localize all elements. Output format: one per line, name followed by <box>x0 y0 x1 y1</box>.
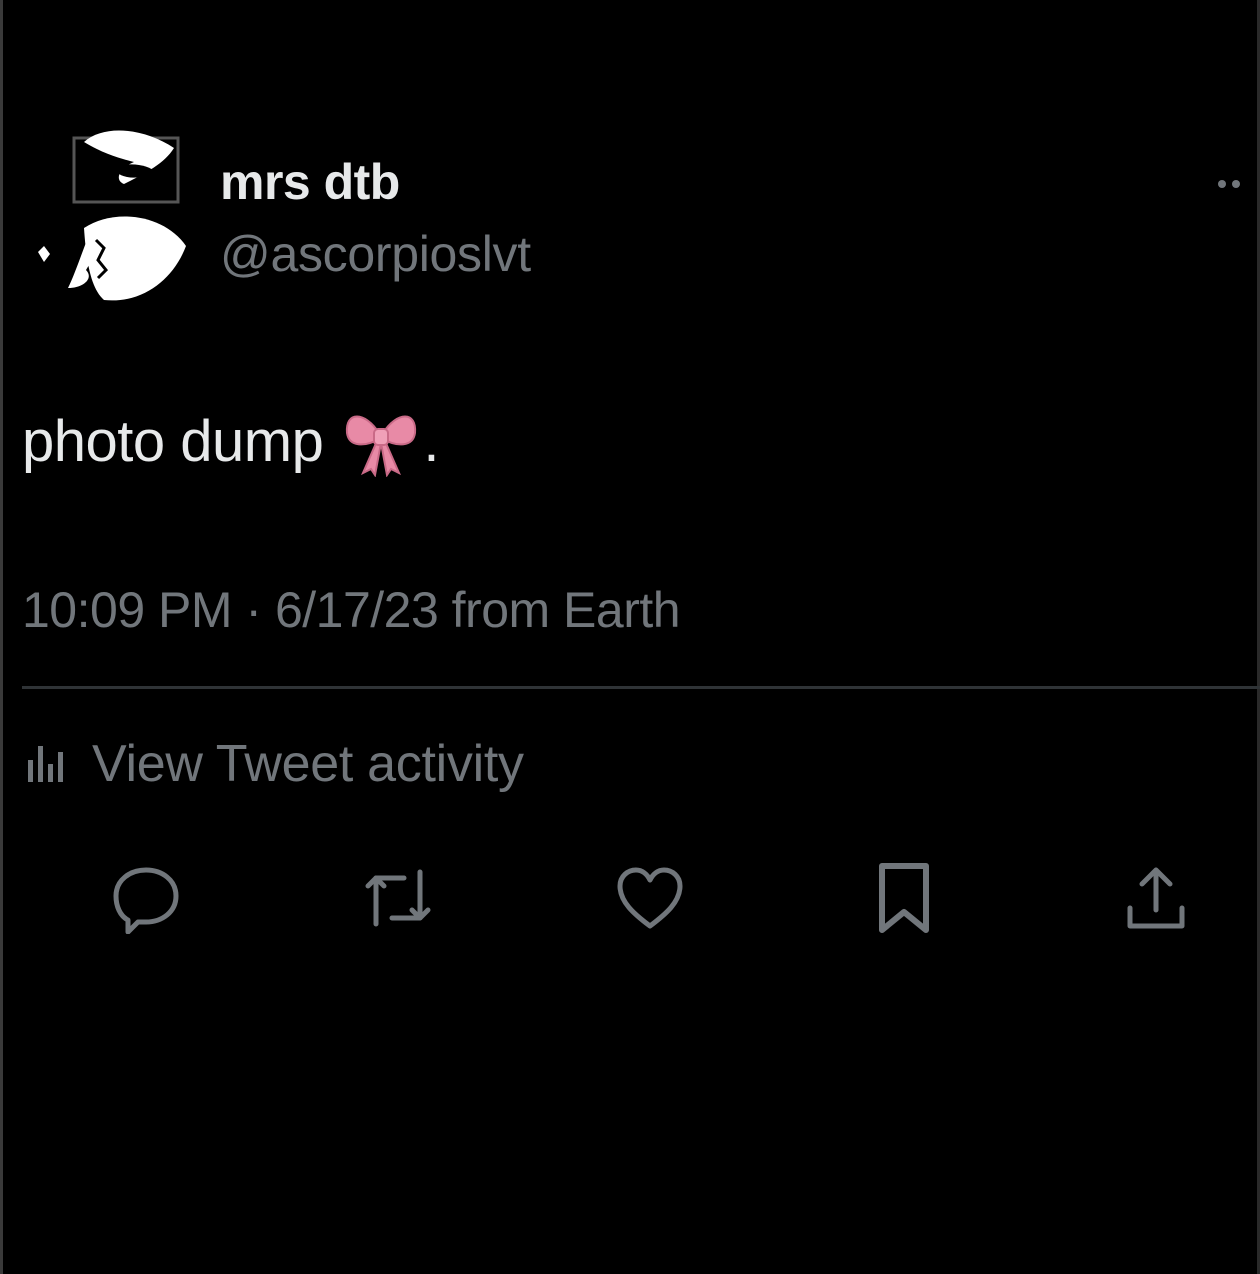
bookmark-icon <box>868 860 940 941</box>
tweet-actions <box>0 860 1260 940</box>
tweet-card: mrs dtb @ascorpioslvt photo dump . 10:09… <box>0 0 1260 1274</box>
avatar[interactable] <box>24 128 194 308</box>
tweet-text-body: photo dump <box>22 409 324 474</box>
view-tweet-activity-label: View Tweet activity <box>92 735 524 793</box>
view-tweet-activity[interactable]: View Tweet activity <box>26 732 524 796</box>
share-button[interactable] <box>1114 860 1198 940</box>
like-button[interactable] <box>608 860 692 940</box>
reply-icon <box>110 862 182 939</box>
display-name[interactable]: mrs dtb <box>220 152 531 212</box>
user-names: mrs dtb @ascorpioslvt <box>220 152 531 284</box>
tweet-text-suffix: . <box>423 409 439 474</box>
handle[interactable]: @ascorpioslvt <box>220 224 531 284</box>
retweet-button[interactable] <box>356 860 440 940</box>
bow-emoji-icon <box>341 407 421 478</box>
reply-button[interactable] <box>104 860 188 940</box>
more-options-button[interactable] <box>1200 178 1240 190</box>
tweet-header: mrs dtb @ascorpioslvt <box>20 128 1240 318</box>
more-dot <box>1218 180 1226 188</box>
tweet-text: photo dump . <box>22 402 439 482</box>
heart-icon <box>614 862 686 939</box>
divider <box>22 686 1260 689</box>
share-icon <box>1120 862 1192 939</box>
chart-bars-icon <box>26 742 70 787</box>
bookmark-button[interactable] <box>862 860 946 940</box>
tweet-timestamp[interactable]: 10:09 PM · 6/17/23 from Earth <box>22 580 681 640</box>
retweet-icon <box>358 862 438 939</box>
more-dot <box>1232 180 1240 188</box>
